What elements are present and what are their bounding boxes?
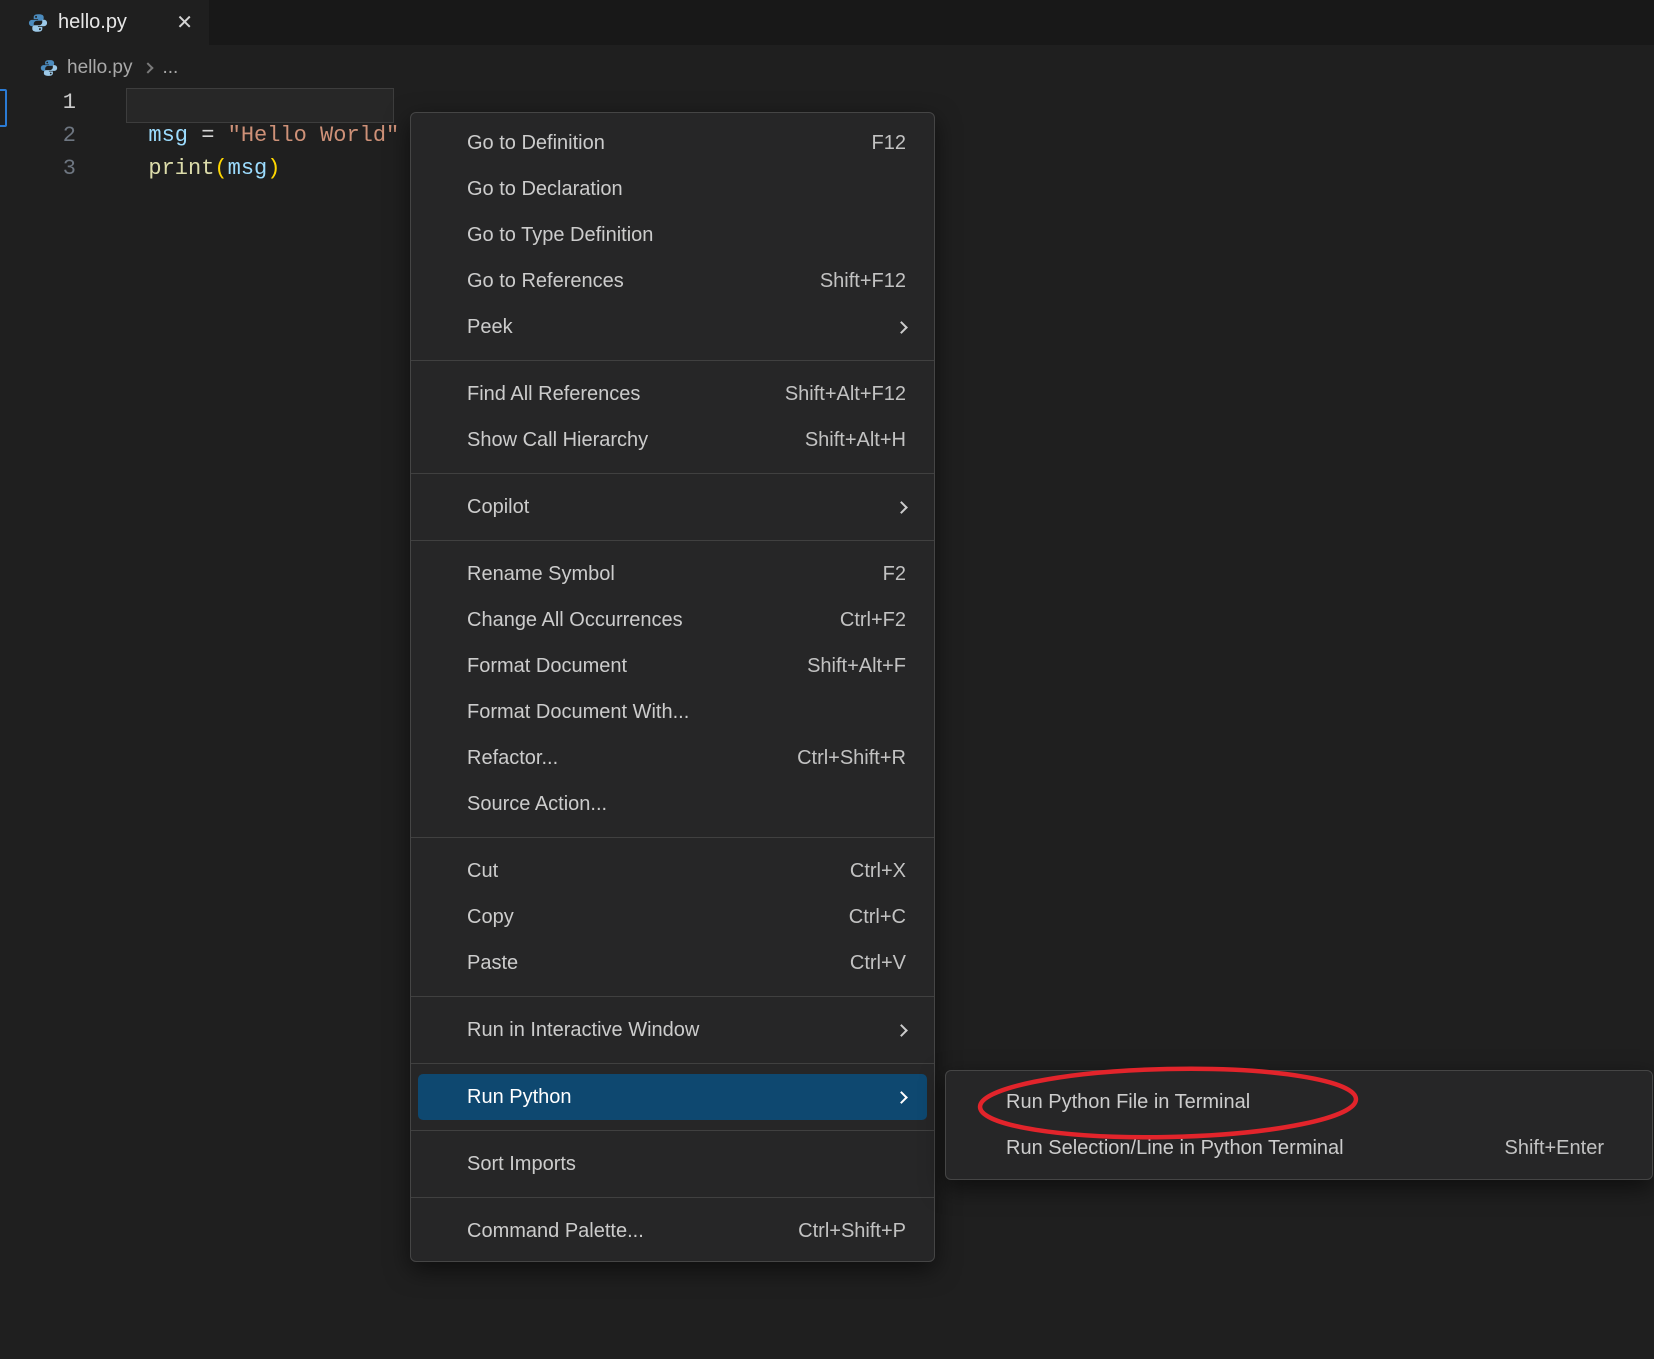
menu-item-find-all-references[interactable]: Find All References Shift+Alt+F12	[411, 371, 934, 417]
menu-item-cut[interactable]: Cut Ctrl+X	[411, 848, 934, 894]
menu-item-go-to-declaration[interactable]: Go to Declaration	[411, 166, 934, 212]
tab-close-icon[interactable]: ✕	[176, 13, 193, 33]
run-python-submenu: Run Python File in Terminal Run Selectio…	[945, 1070, 1653, 1180]
menu-item-shortcut: Shift+Enter	[1504, 1137, 1604, 1160]
code-token-paren-close: )	[267, 156, 280, 181]
breadcrumb-file[interactable]: hello.py	[67, 57, 133, 79]
gutter-focus-marker	[0, 89, 7, 127]
submenu-chevron-icon	[895, 501, 908, 514]
menu-item-go-to-references[interactable]: Go to References Shift+F12	[411, 258, 934, 304]
code-token-function: print	[148, 156, 214, 181]
menu-item-refactor[interactable]: Refactor... Ctrl+Shift+R	[411, 735, 934, 781]
breadcrumb-more[interactable]: ...	[163, 57, 179, 79]
menu-item-sort-imports[interactable]: Sort Imports	[411, 1141, 934, 1187]
menu-item-label: Run Python	[467, 1086, 897, 1109]
menu-item-copilot[interactable]: Copilot	[411, 484, 934, 530]
menu-item-shortcut: Shift+Alt+F12	[785, 383, 906, 406]
menu-item-shortcut: Ctrl+C	[849, 906, 906, 929]
menu-item-label: Paste	[467, 952, 850, 975]
menu-item-shortcut: Ctrl+F2	[840, 609, 906, 632]
menu-separator	[411, 473, 934, 474]
tab-title: hello.py	[58, 11, 127, 34]
menu-item-label: Format Document	[467, 655, 807, 678]
menu-item-label: Go to Definition	[467, 132, 872, 155]
menu-item-label: Peek	[467, 316, 897, 339]
menu-item-shortcut: F2	[883, 563, 906, 586]
menu-item-label: Find All References	[467, 383, 785, 406]
menu-item-label: Change All Occurrences	[467, 609, 840, 632]
menu-item-label: Cut	[467, 860, 850, 883]
menu-item-shortcut: Shift+F12	[820, 270, 906, 293]
menu-item-label: Go to Type Definition	[467, 224, 906, 247]
menu-item-show-call-hierarchy[interactable]: Show Call Hierarchy Shift+Alt+H	[411, 417, 934, 463]
menu-separator	[411, 996, 934, 997]
python-file-icon	[40, 59, 58, 77]
line-number-3[interactable]: 3	[36, 152, 76, 185]
menu-item-label: Run in Interactive Window	[467, 1019, 897, 1042]
editor-context-menu: Go to Definition F12 Go to Declaration G…	[410, 112, 935, 1262]
menu-item-label: Go to References	[467, 270, 820, 293]
menu-item-run-python[interactable]: Run Python	[418, 1074, 927, 1120]
menu-item-label: Source Action...	[467, 793, 906, 816]
menu-separator	[411, 1063, 934, 1064]
menu-item-go-to-definition[interactable]: Go to Definition F12	[411, 120, 934, 166]
menu-item-shortcut: Shift+Alt+F	[807, 655, 906, 678]
line-number-1[interactable]: 1	[36, 86, 76, 119]
code-token-paren-open: (	[214, 156, 227, 181]
menu-item-source-action[interactable]: Source Action...	[411, 781, 934, 827]
menu-item-label: Show Call Hierarchy	[467, 429, 805, 452]
menu-item-label: Command Palette...	[467, 1220, 798, 1243]
menu-item-shortcut: F12	[872, 132, 906, 155]
menu-item-format-document-with[interactable]: Format Document With...	[411, 689, 934, 735]
menu-item-shortcut: Ctrl+V	[850, 952, 906, 975]
submenu-chevron-icon	[895, 1024, 908, 1037]
code-line-2[interactable]: print(msg)	[122, 119, 280, 185]
menu-item-shortcut: Ctrl+Shift+R	[797, 747, 906, 770]
menu-item-label: Sort Imports	[467, 1153, 906, 1176]
menu-item-label: Run Python File in Terminal	[1006, 1091, 1604, 1114]
tab-bar: hello.py ✕	[0, 0, 1654, 45]
menu-separator	[411, 1197, 934, 1198]
code-token-argument: msg	[228, 156, 268, 181]
submenu-chevron-icon	[895, 1091, 908, 1104]
menu-item-copy[interactable]: Copy Ctrl+C	[411, 894, 934, 940]
menu-item-label: Run Selection/Line in Python Terminal	[1006, 1137, 1504, 1160]
submenu-chevron-icon	[895, 321, 908, 334]
menu-item-label: Copy	[467, 906, 849, 929]
menu-item-command-palette[interactable]: Command Palette... Ctrl+Shift+P	[411, 1208, 934, 1254]
submenu-item-run-python-file-in-terminal[interactable]: Run Python File in Terminal	[946, 1079, 1652, 1125]
menu-separator	[411, 1130, 934, 1131]
menu-item-format-document[interactable]: Format Document Shift+Alt+F	[411, 643, 934, 689]
menu-item-shortcut: Shift+Alt+H	[805, 429, 906, 452]
menu-separator	[411, 540, 934, 541]
menu-item-rename-symbol[interactable]: Rename Symbol F2	[411, 551, 934, 597]
menu-item-paste[interactable]: Paste Ctrl+V	[411, 940, 934, 986]
menu-item-run-in-interactive-window[interactable]: Run in Interactive Window	[411, 1007, 934, 1053]
menu-item-go-to-type-definition[interactable]: Go to Type Definition	[411, 212, 934, 258]
menu-item-peek[interactable]: Peek	[411, 304, 934, 350]
breadcrumb-chevron-icon	[142, 62, 153, 73]
menu-item-label: Rename Symbol	[467, 563, 883, 586]
menu-item-shortcut: Ctrl+Shift+P	[798, 1220, 906, 1243]
breadcrumb: hello.py ...	[40, 54, 178, 82]
line-number-2[interactable]: 2	[36, 119, 76, 152]
submenu-item-run-selection-line-in-python-terminal[interactable]: Run Selection/Line in Python Terminal Sh…	[946, 1125, 1652, 1171]
menu-item-change-all-occurrences[interactable]: Change All Occurrences Ctrl+F2	[411, 597, 934, 643]
menu-item-label: Copilot	[467, 496, 897, 519]
python-file-icon	[28, 13, 48, 33]
menu-item-label: Format Document With...	[467, 701, 906, 724]
menu-separator	[411, 837, 934, 838]
menu-item-shortcut: Ctrl+X	[850, 860, 906, 883]
menu-item-label: Refactor...	[467, 747, 797, 770]
tab-hello-py[interactable]: hello.py ✕	[0, 0, 209, 45]
menu-separator	[411, 360, 934, 361]
menu-item-label: Go to Declaration	[467, 178, 906, 201]
